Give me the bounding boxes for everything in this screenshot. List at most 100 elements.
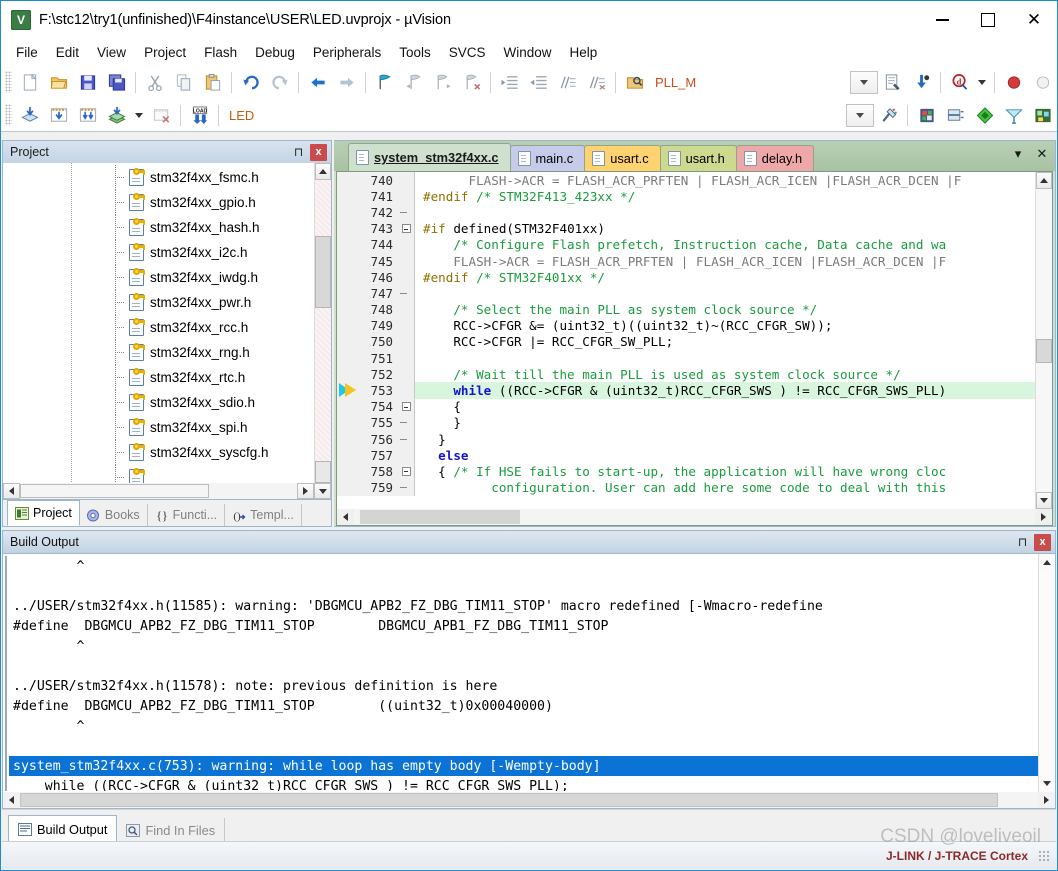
code-editor[interactable]: 740 FLASH->ACR = FLASH_ACR_PRFTEN | FLAS… [336,171,1053,526]
code-line[interactable]: 743 #if defined(STM32F401xx) [337,220,1035,237]
indent-left-icon[interactable] [524,68,553,96]
project-tree-vscrollbar[interactable] [314,163,331,483]
editor-hscrollbar[interactable] [337,509,1052,525]
tree-item-hash[interactable]: stm32f4xx_hash.h [3,215,315,240]
find-in-files-icon[interactable] [620,68,649,96]
build-output-hscrollbar[interactable] [3,792,1055,808]
code-line[interactable]: 759 configuration. User can add here som… [337,479,1035,496]
maximize-button[interactable] [965,1,1011,39]
search-combo-value[interactable]: PLL_M [649,72,781,93]
resize-grip-icon[interactable] [1038,849,1050,862]
fold-gutter[interactable] [398,172,415,189]
close-icon[interactable]: x [1034,533,1051,551]
editor-tab-usart-h[interactable]: usart.h [659,145,737,171]
code-line[interactable]: 746 #endif /* STM32F401xx */ [337,269,1035,286]
fold-gutter[interactable] [398,447,415,464]
bookmark-clear-icon[interactable] [457,68,486,96]
tree-item-partial[interactable] [3,465,315,483]
search-scope-dropdown[interactable] [850,70,878,94]
pin-icon[interactable]: ⊓ [290,144,307,161]
project-tree-hscrollbar[interactable] [3,483,331,499]
output-line[interactable]: ^ [9,716,1038,736]
toolbar-grip[interactable] [5,104,12,126]
tree-item-rcc[interactable]: stm32f4xx_rcc.h [3,315,315,340]
code-line[interactable]: 742 [337,204,1035,221]
menu-file[interactable]: File [7,41,47,64]
target-dropdown-button[interactable] [846,103,874,127]
undo-icon[interactable] [236,68,265,96]
close-button[interactable]: ✕ [1011,1,1057,39]
record-red-circle-icon[interactable] [999,68,1028,96]
scroll-left-button[interactable] [337,509,354,525]
uncomment-icon[interactable] [582,68,611,96]
tree-item-rtc[interactable]: stm32f4xx_rtc.h [3,365,315,390]
hscroll-track[interactable] [20,483,297,499]
output-line[interactable] [9,656,1038,676]
bottom-tab-find-in-files[interactable]: Find In Files [117,818,226,842]
vscroll-thumb[interactable] [315,236,331,308]
scroll-left-button[interactable] [3,483,20,499]
select-software-packs-icon[interactable] [999,101,1028,129]
output-line[interactable]: #define DBGMCU_APB2_FZ_DBG_TIM11_STOP DB… [9,616,1038,636]
tree-item-i2c[interactable]: stm32f4xx_i2c.h [3,240,315,265]
editor-tab-system-stm32f4xx-c[interactable]: system_stm32f4xx.c [348,143,511,171]
paste-icon[interactable] [198,68,227,96]
scroll-up-button[interactable] [1036,172,1052,189]
tab-templates[interactable]: () Templ... [225,504,302,526]
download-load-icon[interactable]: LOAD [185,101,214,129]
fold-gutter[interactable] [398,398,415,415]
target-select-value[interactable]: LED [223,105,385,126]
code-line[interactable]: 754 { [337,398,1035,415]
fold-collapse-icon[interactable] [401,224,411,234]
stop-build-icon[interactable] [147,101,176,129]
fold-gutter[interactable] [398,269,415,286]
minimize-button[interactable] [919,1,965,39]
tree-item-gpio[interactable]: stm32f4xx_gpio.h [3,190,315,215]
bookmark-next-icon[interactable] [428,68,457,96]
output-line[interactable] [9,736,1038,756]
tree-item-spi[interactable]: stm32f4xx_spi.h [3,415,315,440]
toolbar-grip[interactable] [5,71,12,93]
fold-gutter[interactable] [398,431,415,448]
scroll-right-button[interactable] [1035,509,1052,525]
pin-icon[interactable]: ⊓ [1014,534,1031,551]
code-line[interactable]: 758 { /* If HSE fails to start-up, the a… [337,463,1035,480]
fold-gutter[interactable] [398,350,415,367]
fold-gutter[interactable] [398,414,415,431]
vscroll-track[interactable] [1039,571,1055,775]
manage-project-items-icon[interactable] [912,101,941,129]
fold-gutter[interactable] [398,236,415,253]
scroll-right-button[interactable] [1038,792,1055,808]
tree-item-sdio[interactable]: stm32f4xx_sdio.h [3,390,315,415]
code-line-highlighted[interactable]: 753 while ((RCC->CFGR & (uint32_t)RCC_CF… [337,382,1035,399]
code-line[interactable]: 752 /* Wait till the main PLL is used as… [337,366,1035,383]
code-line[interactable]: 751 [337,350,1035,367]
close-icon[interactable]: ✕ [1035,145,1049,161]
menu-svcs[interactable]: SVCS [440,41,495,64]
editor-tab-delay-h[interactable]: delay.h [735,145,815,171]
output-line[interactable]: while ((RCC->CFGR & (uint32_t)RCC_CFGR_S… [9,776,1038,792]
stop-circle-icon[interactable] [1028,68,1057,96]
fold-gutter[interactable] [398,204,415,221]
chevron-down-icon[interactable] [978,79,986,85]
project-tree[interactable]: stm32f4xx_fsmc.h stm32f4xx_gpio.h stm32f… [2,163,332,500]
tree-item-pwr[interactable]: stm32f4xx_pwr.h [3,290,315,315]
menu-help[interactable]: Help [561,41,607,64]
fold-gutter[interactable] [398,463,415,480]
chevron-down-icon[interactable] [135,112,143,118]
code-line[interactable]: 740 FLASH->ACR = FLASH_ACR_PRFTEN | FLAS… [337,172,1035,189]
menu-flash[interactable]: Flash [195,41,246,64]
hscroll-track[interactable] [20,792,1038,808]
code-line[interactable]: 741 #endif /* STM32F413_423xx */ [337,188,1035,205]
hscroll-thumb[interactable] [360,510,520,524]
output-line[interactable]: ../USER/stm32f4xx.h(11585): warning: 'DB… [9,596,1038,616]
build-output-vscrollbar[interactable] [1038,554,1055,792]
hscroll-track[interactable] [354,509,1035,525]
code-line[interactable]: 756 } [337,431,1035,448]
pack-manager-icon[interactable] [1028,101,1057,129]
vscroll-track[interactable] [1036,189,1052,492]
fold-gutter[interactable] [398,479,415,496]
code-line[interactable]: 750 RCC->CFGR |= RCC_CFGR_SW_PLL; [337,333,1035,351]
code-line[interactable]: 748 /* Select the main PLL as system clo… [337,301,1035,318]
fold-collapse-icon[interactable] [401,402,411,412]
